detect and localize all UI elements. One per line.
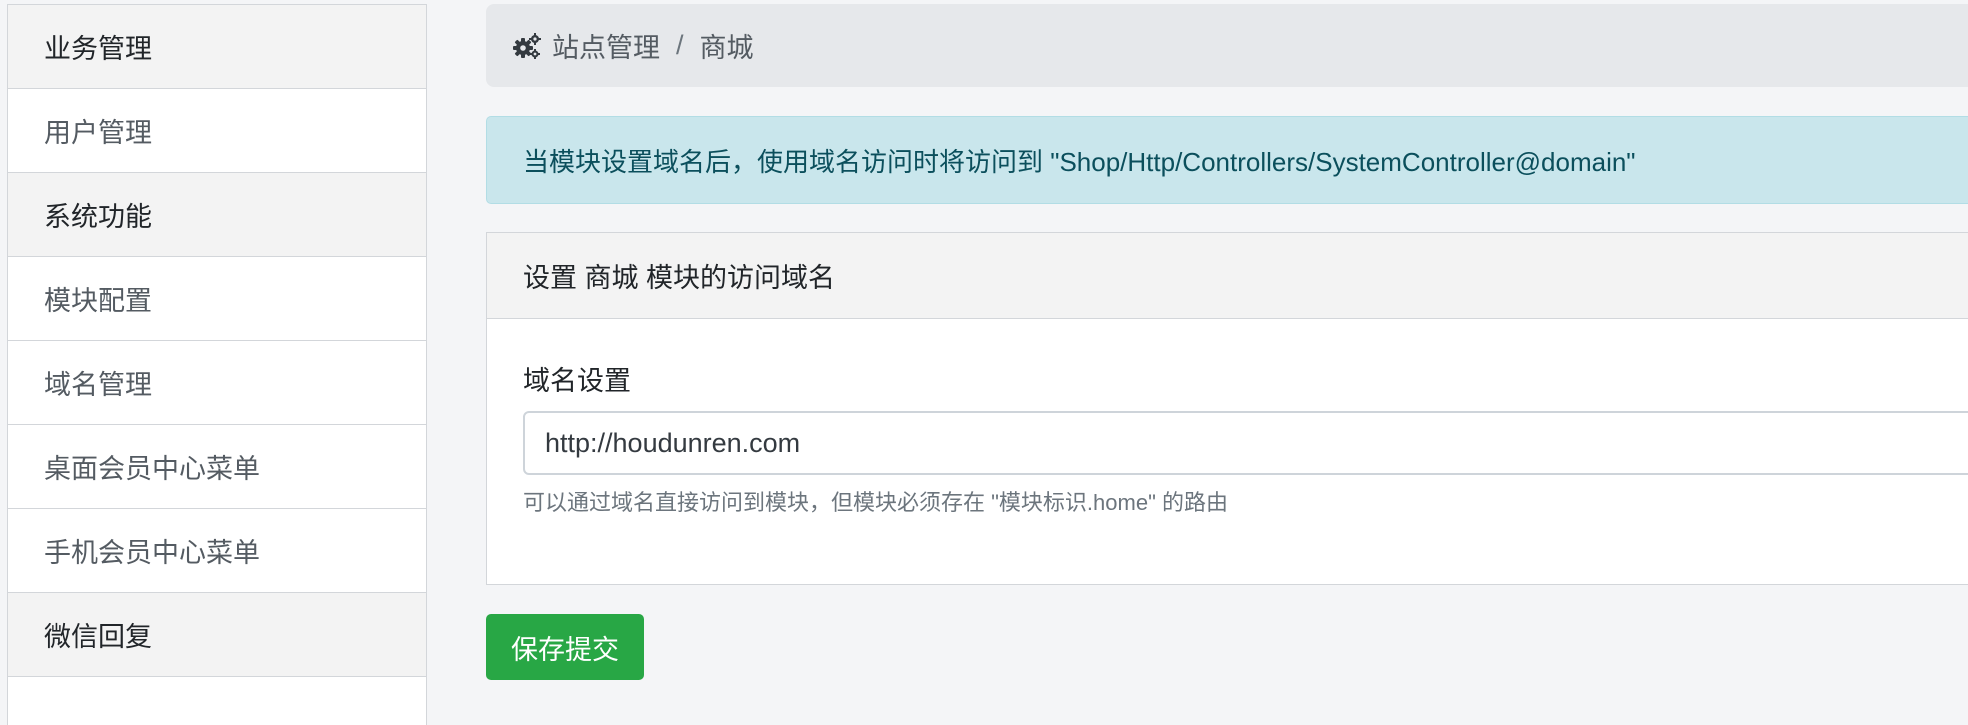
info-alert: 当模块设置域名后，使用域名访问时将访问到 "Shop/Http/Controll… <box>486 116 1968 204</box>
card-title: 设置 商城 模块的访问域名 <box>487 233 1968 319</box>
gears-icon <box>512 31 542 61</box>
sidebar: 业务管理 用户管理 系统功能 模块配置 域名管理 桌面会员中心菜单 手机会员中心… <box>7 4 427 725</box>
sidebar-item-module-config[interactable]: 模块配置 <box>8 257 426 341</box>
sidebar-header-business: 业务管理 <box>8 5 426 89</box>
domain-input[interactable] <box>523 411 1968 475</box>
sidebar-item-domain-management[interactable]: 域名管理 <box>8 341 426 425</box>
breadcrumb: 站点管理 / 商城 <box>486 4 1968 87</box>
domain-settings-card: 设置 商城 模块的访问域名 域名设置 可以通过域名直接访问到模块，但模块必须存在… <box>486 232 1968 585</box>
save-submit-button[interactable]: 保存提交 <box>486 614 644 680</box>
sidebar-item-mobile-member-menu[interactable]: 手机会员中心菜单 <box>8 509 426 593</box>
breadcrumb-separator: / <box>676 30 684 60</box>
sidebar-header-wechat: 微信回复 <box>8 593 426 677</box>
sidebar-item-desktop-member-menu[interactable]: 桌面会员中心菜单 <box>8 425 426 509</box>
sidebar-header-system: 系统功能 <box>8 173 426 257</box>
domain-field-label: 域名设置 <box>523 366 631 396</box>
breadcrumb-item-site-management[interactable]: 站点管理 <box>552 26 660 65</box>
breadcrumb-item-shop: 商城 <box>699 33 754 63</box>
sidebar-item-users[interactable]: 用户管理 <box>8 89 426 173</box>
domain-field-help: 可以通过域名直接访问到模块，但模块必须存在 "模块标识.home" 的路由 <box>523 490 1228 515</box>
alert-text: 当模块设置域名后，使用域名访问时将访问到 "Shop/Http/Controll… <box>523 146 1636 177</box>
